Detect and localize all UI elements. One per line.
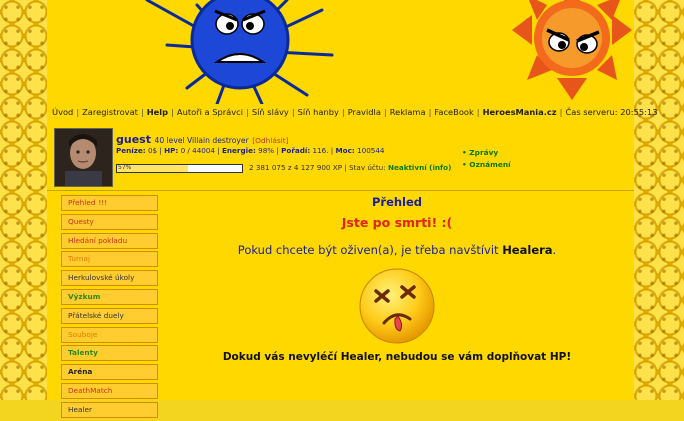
top-navigation: Úvod | Zaregistrovat | Help | Autoři a Správci… xyxy=(52,107,658,117)
stat-label: Energie: xyxy=(222,146,256,155)
menu-item[interactable]: DeathMatch xyxy=(61,382,158,399)
header-banner xyxy=(145,0,632,104)
logout-label[interactable]: Odhlásit xyxy=(255,136,286,145)
angry-sun-icon xyxy=(512,0,632,100)
stat-money: 0$ xyxy=(147,146,158,155)
server-time: Čas serveru: 20:55:13 xyxy=(565,107,658,117)
smiley-wallpaper-left xyxy=(0,0,47,400)
stat-label: HP: xyxy=(164,146,179,155)
username[interactable]: guest xyxy=(116,133,151,146)
dead-smiley-icon xyxy=(359,268,435,344)
death-message: Jste po smrti! :( xyxy=(341,215,453,230)
menu-item-alert: !!! xyxy=(98,198,108,207)
stat-label: Peníze: xyxy=(116,146,146,155)
stat-label: Pořadí: xyxy=(281,146,311,155)
xp-values: 2 381 075 z 4 127 900 XP | Stav účtu: xyxy=(249,163,386,172)
nav-separator: | xyxy=(476,107,480,117)
nav-separator: | xyxy=(559,107,563,117)
menu-item[interactable]: Turnaj xyxy=(61,251,158,268)
nav-zaregistrovat[interactable]: Zaregistrovat xyxy=(82,107,138,117)
menu-item-label[interactable]: Přátelské duely xyxy=(68,311,124,320)
menu-item[interactable]: Aréna xyxy=(61,364,158,381)
avatar-portrait-icon xyxy=(55,129,112,186)
user-info-box: guest 40 level Villain destroyer [Odhlás… xyxy=(54,128,634,188)
user-level: 40 level Villain destroyer xyxy=(154,136,249,145)
nav-sin-slavy[interactable]: Síň slávy xyxy=(252,107,289,117)
nav-separator: | xyxy=(291,107,295,117)
menu-item[interactable]: Výzkum xyxy=(61,288,158,305)
healer-warning: Dokud vás nevyléčí Healer, nebudou se vá… xyxy=(222,351,572,363)
content-area: Přehled Jste po smrti! :( Pokud chcete b… xyxy=(162,193,632,363)
header-divider xyxy=(47,190,634,191)
main-panel: Úvod | Zaregistrovat | Help | Autoři a Správci… xyxy=(47,0,658,418)
menu-item[interactable]: Talenty xyxy=(61,345,158,362)
link-oznameni[interactable]: Oznámení xyxy=(462,160,510,169)
stat-rank: 116. xyxy=(312,146,329,155)
nav-separator: | xyxy=(246,107,249,117)
user-heading: guest 40 level Villain destroyer [Odhlás… xyxy=(116,133,289,146)
nav-uvod[interactable]: Úvod xyxy=(52,107,73,117)
blue-angry-character-icon xyxy=(145,0,334,104)
nav-separator: | xyxy=(341,107,345,117)
menu-item-label[interactable]: Herkulovské úkoly xyxy=(68,273,134,282)
healer-link[interactable]: Healera xyxy=(502,243,552,257)
smiley-wallpaper-right xyxy=(634,0,684,400)
menu-item-label[interactable]: Questy xyxy=(68,217,94,226)
nav-sin-hanby[interactable]: Síň hanby xyxy=(298,107,339,117)
menu-item-label[interactable]: Souboje xyxy=(68,330,97,339)
nav-pravidla[interactable]: Pravidla xyxy=(348,107,381,117)
menu-item[interactable]: Přehled!!! xyxy=(61,195,158,211)
nav-separator: | xyxy=(76,107,80,117)
stat-label: Moc: xyxy=(335,146,355,155)
menu-item-label[interactable]: Talenty xyxy=(68,348,98,357)
logout-link[interactable]: [Odhlásit] xyxy=(252,136,288,145)
page-title: Přehled xyxy=(371,195,423,209)
menu-item-label[interactable]: Aréna xyxy=(68,367,92,376)
user-stats: Peníze: 0$ | HP: 0 / 44004 | Energie: 98… xyxy=(116,146,385,155)
nav-heroesmania[interactable]: HeroesMania.cz xyxy=(483,107,557,117)
menu-item-label[interactable]: Přehled xyxy=(68,198,95,207)
menu-item-label[interactable]: Hledání pokladu xyxy=(68,236,127,245)
menu-item-label[interactable]: Výzkum xyxy=(68,292,100,301)
nav-facebook[interactable]: FaceBook xyxy=(434,107,473,117)
nav-separator: | xyxy=(428,107,432,117)
nav-reklama[interactable]: Reklama xyxy=(390,107,426,117)
revive-text: Pokud chcete být oživen(a), je třeba nav… xyxy=(237,243,499,257)
menu-item[interactable]: Healer xyxy=(61,401,158,418)
revive-text-end: . xyxy=(552,243,557,257)
xp-percent: 57% xyxy=(118,164,132,171)
stat-power: 100544 xyxy=(357,146,385,155)
nav-help[interactable]: Help xyxy=(147,107,168,117)
menu-item[interactable]: Hledání pokladu xyxy=(61,232,158,249)
menu-item[interactable]: Herkulovské úkoly xyxy=(61,270,158,287)
revive-instruction: Pokud chcete být oživen(a), je třeba nav… xyxy=(162,243,632,257)
xp-info: 2 381 075 z 4 127 900 XP | Stav účtu: Ne… xyxy=(249,163,451,172)
menu-item[interactable]: Přátelské duely xyxy=(61,307,158,324)
nav-separator: | xyxy=(383,107,387,117)
menu-item-label[interactable]: Healer xyxy=(68,405,92,414)
nav-separator: | xyxy=(140,107,144,117)
nav-separator: | xyxy=(171,107,174,117)
menu-item[interactable]: Souboje xyxy=(61,326,158,343)
xp-progress-bar: 57% xyxy=(116,164,243,173)
menu-item[interactable]: Questy xyxy=(61,213,158,230)
menu-item-label[interactable]: DeathMatch xyxy=(68,386,112,395)
menu-item-label[interactable]: Turnaj xyxy=(68,254,90,263)
avatar[interactable] xyxy=(54,128,113,187)
stat-hp: 0 / 44004 xyxy=(180,146,216,155)
account-status-link[interactable]: Neaktivní (info) xyxy=(388,163,451,172)
quick-links: Zprávy Oznámení xyxy=(462,148,511,172)
stat-energy: 98% xyxy=(258,146,275,155)
link-zpravy[interactable]: Zprávy xyxy=(462,148,511,157)
side-menu: Přehled!!! Questy Hledání pokladu Turnaj Her… xyxy=(61,195,158,421)
nav-autori[interactable]: Autoři a Správci xyxy=(177,107,243,117)
